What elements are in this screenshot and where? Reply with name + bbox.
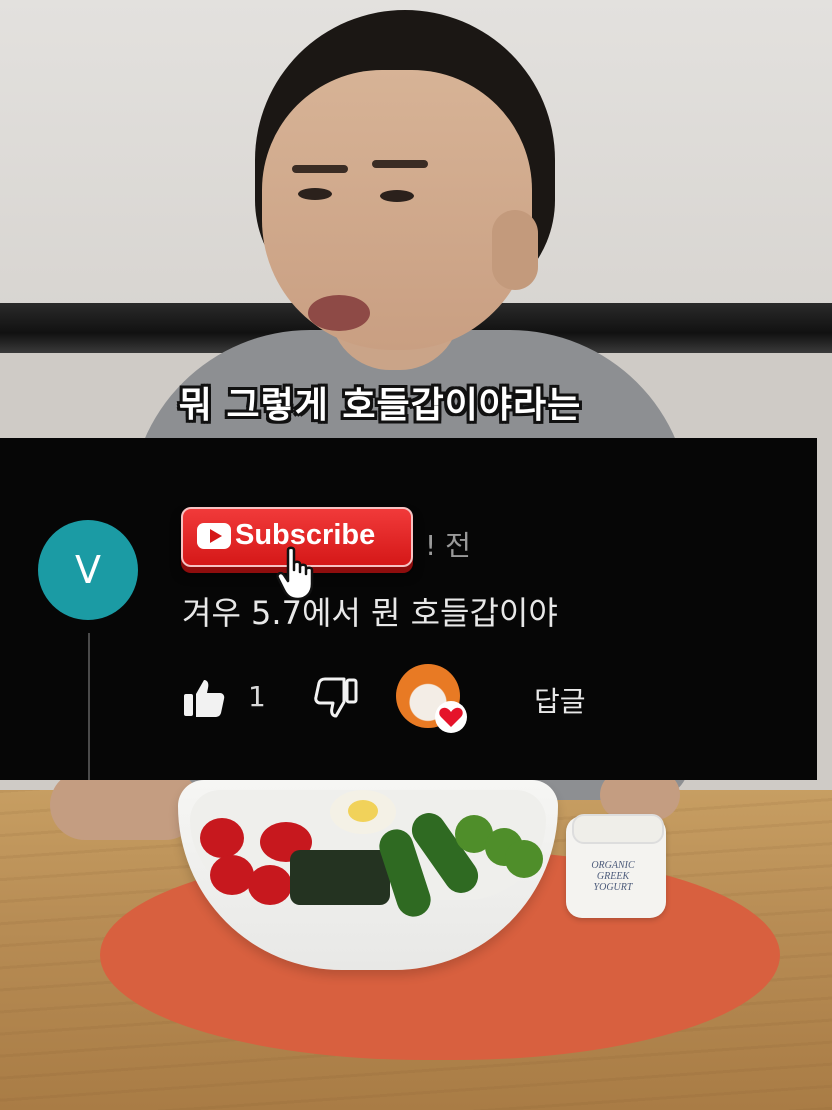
like-count: 1 xyxy=(248,680,266,713)
thumbs-down-icon[interactable] xyxy=(314,676,358,720)
video-subtitle: 뭐 그렇게 호들갑이야라는 xyxy=(178,385,582,426)
heart-icon xyxy=(435,701,467,733)
comment-text: 겨우 5.7에서 뭔 호들갑이야 xyxy=(182,594,558,632)
broccoli xyxy=(505,840,543,878)
play-triangle xyxy=(210,529,222,543)
cherry-tomato xyxy=(200,818,244,858)
person-face xyxy=(262,70,532,350)
youtube-play-icon xyxy=(197,523,231,549)
yogurt-jar-label: ORGANIC GREEK YOGURT xyxy=(578,860,648,904)
comment-timestamp: ! 전 xyxy=(425,529,471,562)
egg-yolk xyxy=(348,800,378,822)
cherry-tomato xyxy=(248,865,292,905)
left-eyebrow xyxy=(292,165,348,173)
jar-label-line: ORGANIC xyxy=(591,860,635,871)
commenter-avatar[interactable]: V xyxy=(38,520,138,620)
seaweed xyxy=(290,850,390,905)
person-ear xyxy=(492,210,538,290)
jar-label-line: GREEK xyxy=(596,871,630,882)
right-eye xyxy=(380,190,414,202)
reply-button[interactable]: 답글 xyxy=(534,680,586,720)
left-eye xyxy=(298,188,332,200)
yogurt-jar-lid xyxy=(572,814,664,844)
hand-cursor-icon xyxy=(276,546,314,601)
creator-heart[interactable] xyxy=(396,664,467,734)
thumbs-up-icon[interactable] xyxy=(182,676,226,720)
thread-line xyxy=(88,633,90,780)
right-eyebrow xyxy=(372,160,428,168)
comment-card: V ! 전 겨우 5.7에서 뭔 호들갑이야 1 답글 xyxy=(0,438,817,780)
jar-label-line: YOGURT xyxy=(593,882,633,893)
comment-actions: 1 답글 xyxy=(182,664,642,733)
cherry-tomato xyxy=(210,855,254,895)
person-mouth xyxy=(308,295,370,331)
